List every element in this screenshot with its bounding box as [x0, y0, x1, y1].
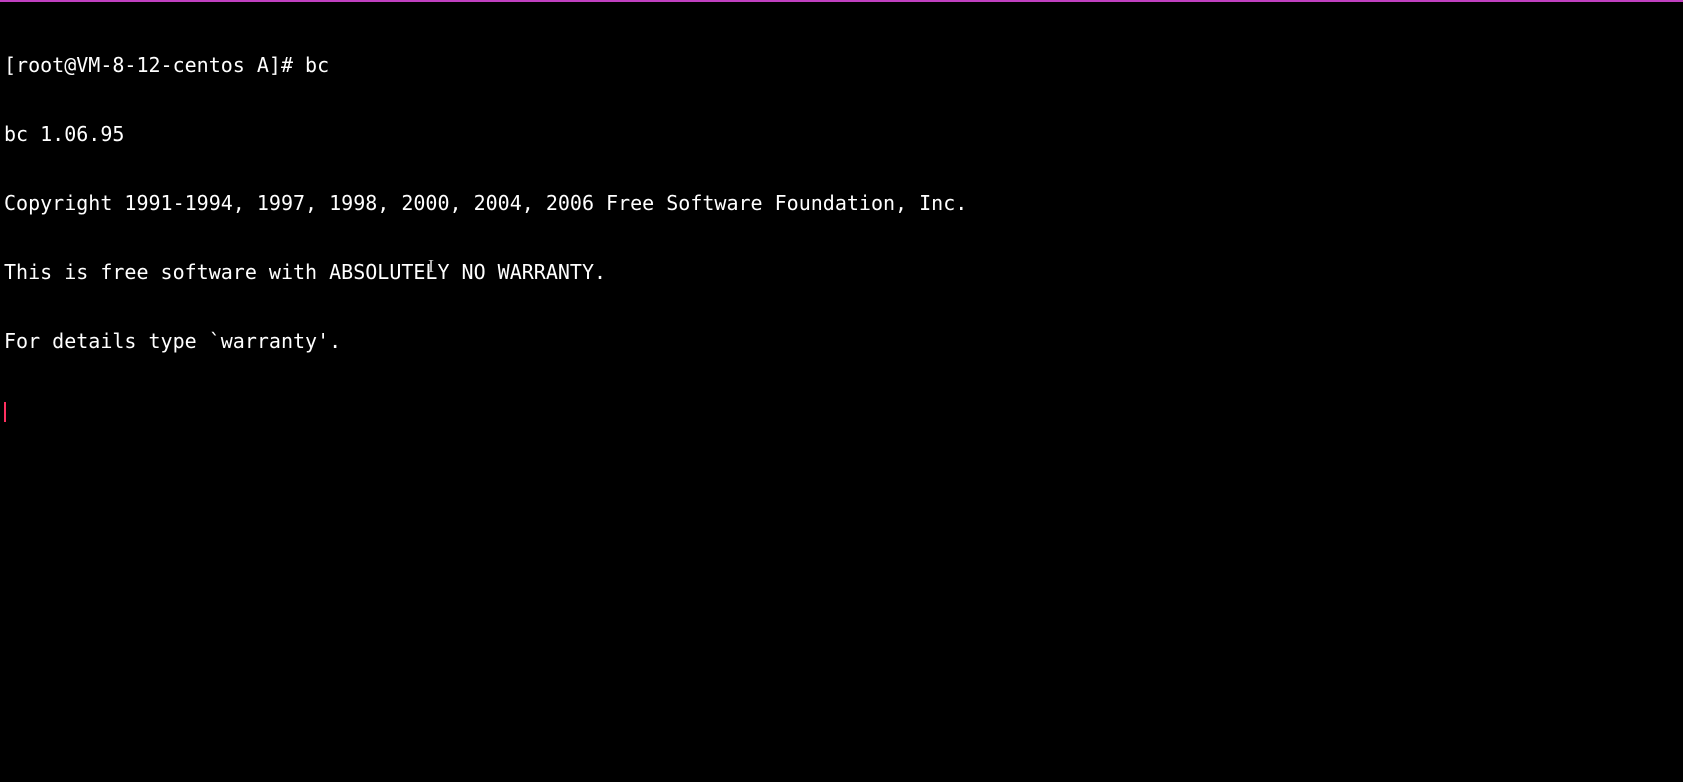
terminal-line: This is free software with ABSOLUTELY NO… [4, 261, 1679, 284]
terminal-window[interactable]: [root@VM-8-12-centos A]# bc bc 1.06.95 C… [0, 0, 1683, 782]
terminal-line: Copyright 1991-1994, 1997, 1998, 2000, 2… [4, 192, 1679, 215]
terminal-line: [root@VM-8-12-centos A]# bc [4, 54, 1679, 77]
terminal-line: bc 1.06.95 [4, 123, 1679, 146]
cursor-icon [4, 402, 6, 422]
terminal-input-line[interactable] [4, 399, 1679, 422]
terminal-line: For details type `warranty'. [4, 330, 1679, 353]
